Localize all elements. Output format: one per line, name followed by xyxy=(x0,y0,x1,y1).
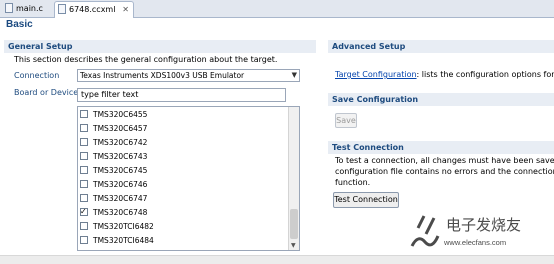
elecfans-logo-icon xyxy=(410,215,440,247)
watermark-text: 电子发烧友 xyxy=(446,216,522,234)
board-device-label: Board or Device xyxy=(14,88,79,97)
list-scrollbar[interactable]: ▼ xyxy=(288,107,299,250)
connection-value: Texas Instruments XDS100v3 USB Emulator xyxy=(80,71,245,80)
tab-label: main.c xyxy=(16,4,43,13)
device-name: TMS320C6455 xyxy=(93,110,148,119)
checkbox[interactable] xyxy=(80,138,88,146)
watermark-url: www.elecfans.com xyxy=(444,238,507,247)
list-item[interactable]: TMS320C6747 xyxy=(80,192,147,205)
save-button[interactable]: Save xyxy=(335,113,357,128)
device-name: TMS320C6747 xyxy=(93,194,148,203)
checkbox[interactable] xyxy=(80,124,88,132)
checkbox[interactable] xyxy=(80,110,88,118)
list-item[interactable]: TMS320TCI6484 xyxy=(80,234,154,247)
scroll-down-icon[interactable]: ▼ xyxy=(291,242,296,249)
checkbox[interactable] xyxy=(80,236,88,244)
test-connection-line-3: function. xyxy=(335,178,371,187)
scrollbar-thumb[interactable] xyxy=(290,209,298,239)
checkbox[interactable] xyxy=(80,180,88,188)
connection-select[interactable]: Texas Instruments XDS100v3 USB Emulator … xyxy=(77,69,300,82)
checkbox-checked[interactable] xyxy=(80,205,88,218)
config-file-icon xyxy=(58,4,66,14)
tab-label: 6748.ccxml xyxy=(69,5,116,14)
test-connection-button[interactable]: Test Connection xyxy=(333,192,399,208)
device-name: TMS320TCI6484 xyxy=(93,236,154,245)
c-file-icon xyxy=(5,3,13,13)
chevron-down-icon: ▼ xyxy=(291,71,297,79)
list-item[interactable]: TMS320C6455 xyxy=(80,108,147,121)
general-setup-description: This section describes the general confi… xyxy=(14,55,278,64)
list-item[interactable]: TMS320TCI6482 xyxy=(80,220,154,233)
tab-6748-ccxml[interactable]: 6748.ccxml ✕ xyxy=(54,1,134,18)
checkbox[interactable] xyxy=(80,194,88,202)
list-item[interactable]: TMS320C6742 xyxy=(80,136,147,149)
test-connection-line-2: configuration file contains no errors an… xyxy=(335,167,554,176)
page-title: Basic xyxy=(6,19,33,30)
save-configuration-header: Save Configuration xyxy=(328,93,554,106)
connection-label: Connection xyxy=(14,71,60,80)
device-name: TMS320C6743 xyxy=(93,152,148,161)
checkbox[interactable] xyxy=(80,166,88,174)
advanced-setup-text: Target Configuration: lists the configur… xyxy=(335,70,554,79)
test-connection-header: Test Connection xyxy=(328,141,554,154)
device-name: TMS320C6457 xyxy=(93,124,148,133)
list-item-selected[interactable]: TMS320C6748 xyxy=(80,205,148,219)
general-setup-header: General Setup xyxy=(4,40,316,53)
checkbox[interactable] xyxy=(80,152,88,160)
device-name: TMS320TCI6482 xyxy=(93,222,154,231)
editor-tab-bar: main.c 6748.ccxml ✕ xyxy=(0,0,554,18)
list-item[interactable]: TMS320C6743 xyxy=(80,150,147,163)
device-name: TMS320C6742 xyxy=(93,138,148,147)
target-configuration-link[interactable]: Target Configuration xyxy=(335,70,417,79)
device-name: TMS320C6748 xyxy=(93,208,148,217)
watermark: 电子发烧友 www.elecfans.com xyxy=(408,212,542,252)
device-name: TMS320C6746 xyxy=(93,180,148,189)
device-list[interactable]: TMS320C6455 TMS320C6457 TMS320C6742 TMS3… xyxy=(77,106,300,251)
close-icon[interactable]: ✕ xyxy=(122,2,129,17)
list-item[interactable]: TMS320C6746 xyxy=(80,178,147,191)
list-item[interactable]: TMS320C6457 xyxy=(80,122,147,135)
checkbox[interactable] xyxy=(80,222,88,230)
advanced-setup-description: : lists the configuration options for t xyxy=(416,70,554,79)
tab-main-c[interactable]: main.c xyxy=(2,1,48,16)
list-item[interactable]: TMS320C6745 xyxy=(80,164,147,177)
advanced-setup-header: Advanced Setup xyxy=(328,40,554,53)
device-name: TMS320C6745 xyxy=(93,166,148,175)
device-filter-input[interactable]: type filter text xyxy=(77,88,286,102)
test-connection-line-1: To test a connection, all changes must h… xyxy=(335,156,554,165)
